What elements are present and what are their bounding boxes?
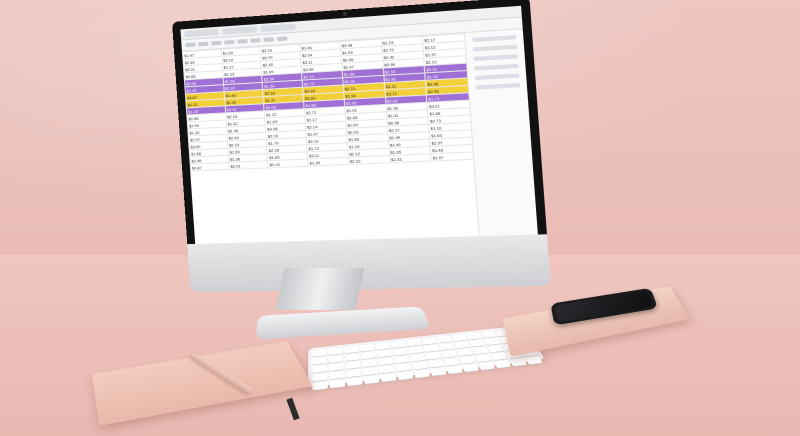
keyboard-key [345, 353, 360, 361]
toolbar-button[interactable] [237, 39, 247, 44]
keyboard-key [488, 345, 504, 353]
desk-scene: $1.97 $1.09 $2.19 $1.45 $3.98 $1.23 $2.12 $2.34… [0, 0, 800, 436]
keyboard-key [467, 332, 482, 339]
keyboard-key [491, 352, 507, 360]
toolbar-button[interactable] [224, 40, 234, 45]
keyboard-key [428, 359, 444, 367]
toolbar-button[interactable] [277, 36, 288, 41]
keyboard-key [396, 363, 412, 371]
keyboard-key [363, 367, 379, 376]
panel-item[interactable] [474, 64, 519, 71]
keyboard-key [360, 344, 375, 352]
keyboard-key [412, 361, 428, 369]
toolbar-button[interactable] [198, 42, 208, 47]
table-cell[interactable]: $0.87 [190, 162, 229, 171]
keyboard-key [408, 346, 423, 354]
keyboard-key [391, 341, 406, 349]
toolbar-button[interactable] [264, 37, 274, 42]
toolbar-button[interactable] [185, 43, 195, 48]
panel-item[interactable] [475, 83, 520, 90]
keyboard-key [422, 337, 437, 344]
keyboard-key [393, 348, 408, 356]
keyboard-key [346, 369, 361, 378]
keyboard-key [410, 353, 426, 361]
keyboard-key [361, 351, 376, 359]
keyboard-key [407, 339, 422, 346]
keyboard-key [439, 343, 454, 351]
keyboard-key [379, 365, 395, 373]
keyboard-key [485, 338, 501, 345]
table-cell[interactable]: $1.97 [431, 152, 474, 161]
keyboard-key [475, 354, 491, 362]
keyboard-key [460, 356, 476, 364]
keyboard-key [362, 359, 377, 367]
table-cell[interactable]: $1.39 [308, 157, 349, 166]
keyboard-key [376, 342, 391, 350]
spreadsheet-grid[interactable]: $1.97 $1.09 $2.19 $1.45 $3.98 $1.23 $2.12 $2.34… [182, 33, 480, 244]
table-cell[interactable]: $2.41 [268, 159, 308, 168]
keyboard-key [482, 331, 497, 338]
keyboard-key [426, 352, 442, 360]
toolbar-button[interactable] [250, 38, 260, 43]
keyboard-key [377, 350, 392, 358]
panel-item[interactable] [472, 35, 517, 42]
keyboard-key [312, 373, 327, 382]
keyboard-key [452, 334, 467, 341]
keyboard-key [344, 346, 359, 354]
keyboard-key [328, 347, 342, 355]
keyboard-key [444, 358, 460, 366]
keyboard-key [454, 341, 470, 349]
keyboard-key [437, 336, 452, 343]
keyboard-key [329, 355, 344, 363]
table-cell[interactable]: $2.01 [229, 161, 269, 170]
keyboard-key [312, 364, 327, 372]
browser-tab[interactable] [222, 26, 257, 34]
panel-item[interactable] [473, 45, 518, 52]
keyboard-key [345, 361, 360, 369]
desktop-monitor: $1.97 $1.09 $2.19 $1.45 $3.98 $1.23 $2.12 $2.34… [172, 0, 563, 277]
monitor-screen: $1.97 $1.09 $2.19 $1.45 $3.98 $1.23 $2.12 $2.34… [180, 6, 537, 244]
keyboard-key [457, 348, 473, 356]
keyboard-key [312, 349, 326, 357]
keyboard-key [394, 355, 409, 363]
keyboard-key [329, 371, 344, 380]
keyboard-key [329, 363, 344, 371]
keyboard-key [472, 346, 488, 354]
panel-item[interactable] [473, 54, 518, 61]
toolbar-button[interactable] [211, 41, 221, 46]
monitor-bezel: $1.97 $1.09 $2.19 $1.45 $3.98 $1.23 $2.12 $2.34… [172, 0, 548, 252]
monitor-stand-neck [276, 268, 365, 310]
keyboard-key [441, 350, 457, 358]
keyboard-key [470, 339, 486, 346]
keyboard-key [312, 357, 327, 365]
browser-tab[interactable] [261, 24, 296, 32]
table-cell[interactable]: $2.32 [348, 156, 390, 165]
keyboard-key [378, 357, 393, 365]
panel-item[interactable] [475, 73, 520, 80]
browser-tab[interactable] [185, 29, 219, 37]
monitor-chin [187, 234, 550, 292]
table-cell[interactable]: $2.33 [389, 154, 431, 163]
spreadsheet-table[interactable]: $1.97 $1.09 $2.19 $1.45 $3.98 $1.23 $2.12 $2.34… [182, 33, 474, 172]
keyboard-key [424, 344, 439, 352]
webcam-icon [343, 12, 347, 16]
